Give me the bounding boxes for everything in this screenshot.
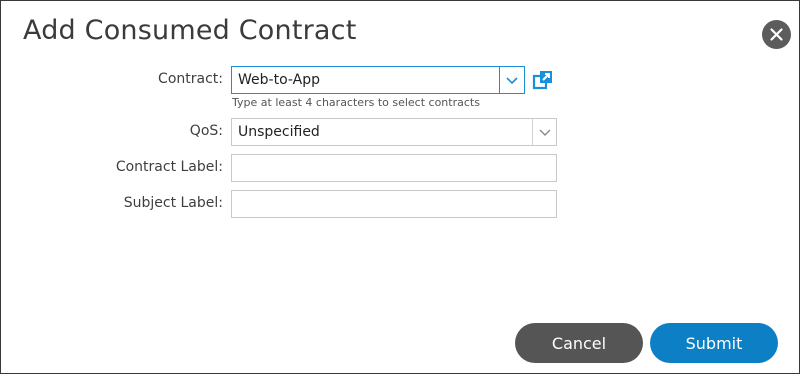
cancel-button[interactable]: Cancel [515,323,643,363]
chevron-down-icon[interactable] [535,123,555,141]
add-consumed-contract-dialog: Add Consumed Contract Contract: Type at … [0,0,800,374]
contract-input[interactable] [232,67,512,93]
qos-divider [532,119,533,145]
qos-label: QoS: [189,123,223,139]
submit-button[interactable]: Submit [650,323,778,363]
close-icon[interactable] [762,20,791,49]
chevron-down-icon[interactable] [502,71,522,89]
qos-select[interactable]: Unspecified [231,118,557,146]
contract-label: Contract: [158,71,223,87]
external-link-icon[interactable] [532,69,554,91]
contract-hint: Type at least 4 characters to select con… [232,96,480,109]
qos-value: Unspecified [238,124,320,140]
contract-divider [499,67,500,93]
contract-combobox[interactable] [231,66,525,94]
contract-label-label: Contract Label: [115,159,223,175]
subject-label-input[interactable] [231,190,557,218]
contract-label-input[interactable] [231,154,557,182]
subject-label-label: Subject Label: [123,195,223,211]
dialog-title: Add Consumed Contract [23,15,357,46]
